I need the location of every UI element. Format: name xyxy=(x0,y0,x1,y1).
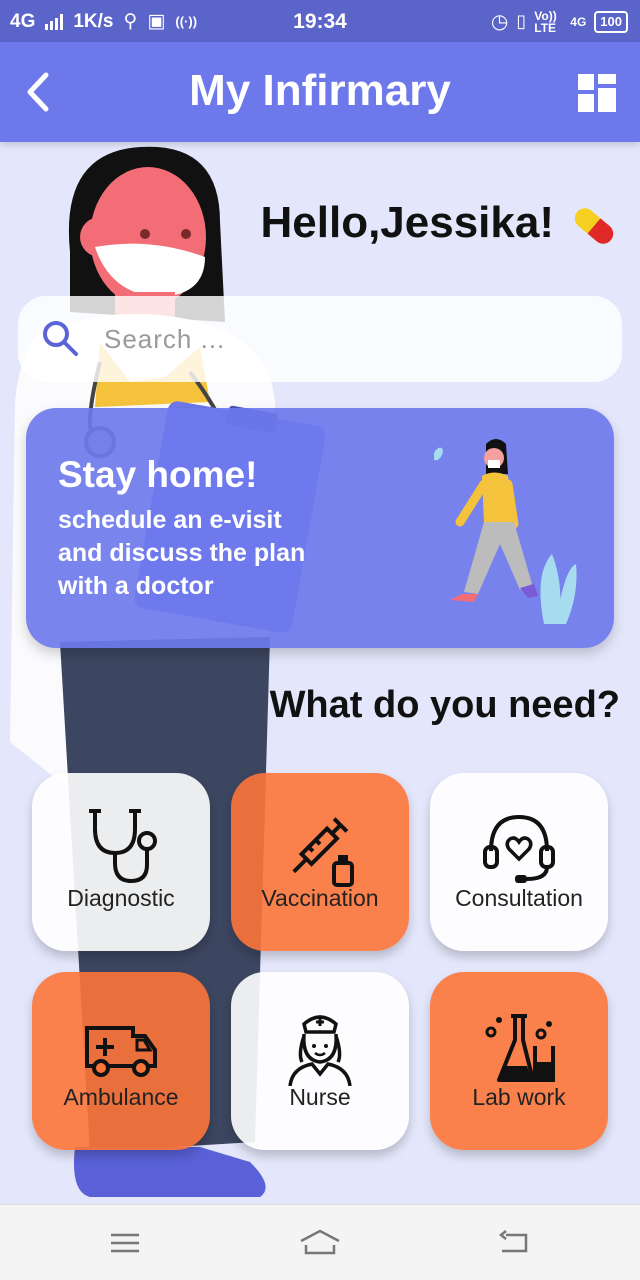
banner-line: schedule an e-visit xyxy=(58,506,282,534)
system-nav-bar xyxy=(0,1204,640,1280)
alarm-icon: ◷ xyxy=(490,11,509,33)
menu-icon[interactable] xyxy=(105,1227,145,1259)
service-tile-lab-work[interactable]: Lab work xyxy=(430,972,608,1150)
stethoscope-icon xyxy=(89,809,157,884)
vibrate-icon: ▯ xyxy=(516,11,527,31)
battery-icon: 100 xyxy=(594,10,628,33)
service-label: Vaccination xyxy=(261,885,379,911)
search-input[interactable] xyxy=(104,316,584,362)
service-label: Ambulance xyxy=(63,1084,179,1110)
banner-line: and discuss the plan xyxy=(58,539,306,567)
service-label: Lab work xyxy=(472,1084,566,1110)
status-bar: 4G 1K/s ⚲ ▣ ((·)) 19:34 ◷ ▯ Vo)) LTE 4G … xyxy=(0,0,640,42)
banner-text: schedule an e-visit and discuss the plan… xyxy=(58,504,358,603)
search-icon[interactable] xyxy=(40,318,80,358)
nurse-icon xyxy=(288,1015,352,1086)
service-tile-nurse[interactable]: Nurse xyxy=(231,972,409,1150)
banner-line: with a doctor xyxy=(58,572,214,600)
app-bar: My Infirmary xyxy=(0,42,640,142)
page-title: My Infirmary xyxy=(189,66,451,115)
greeting-text: Hello,Jessika! xyxy=(260,198,555,247)
service-tile-vaccination[interactable]: Vaccination xyxy=(231,773,409,951)
network-type-right: 4G xyxy=(570,14,587,29)
service-label: Nurse xyxy=(289,1084,351,1110)
service-tile-ambulance[interactable]: Ambulance xyxy=(32,972,210,1150)
service-label: Diagnostic xyxy=(67,885,175,911)
headset-heart-icon xyxy=(483,814,555,883)
volte-label: Vo)) LTE xyxy=(534,8,557,35)
pill-icon xyxy=(574,208,614,244)
back-nav-icon[interactable] xyxy=(496,1227,536,1259)
service-tile-diagnostic[interactable]: Diagnostic xyxy=(32,773,210,951)
search-bar xyxy=(18,296,622,382)
service-label: Consultation xyxy=(455,885,583,911)
service-tile-consultation[interactable]: Consultation xyxy=(430,773,608,951)
ambulance-icon xyxy=(85,1026,157,1077)
syringe-icon xyxy=(292,817,354,887)
banner-title: Stay home! xyxy=(58,454,258,495)
section-title: What do you need? xyxy=(269,684,620,726)
stay-home-banner[interactable]: Stay home! schedule an e-visit and discu… xyxy=(26,408,614,648)
home-icon[interactable] xyxy=(298,1227,342,1259)
lab-flasks-icon xyxy=(485,1014,555,1082)
dashboard-grid-icon[interactable] xyxy=(578,74,616,112)
walking-woman-illustration xyxy=(434,439,577,624)
